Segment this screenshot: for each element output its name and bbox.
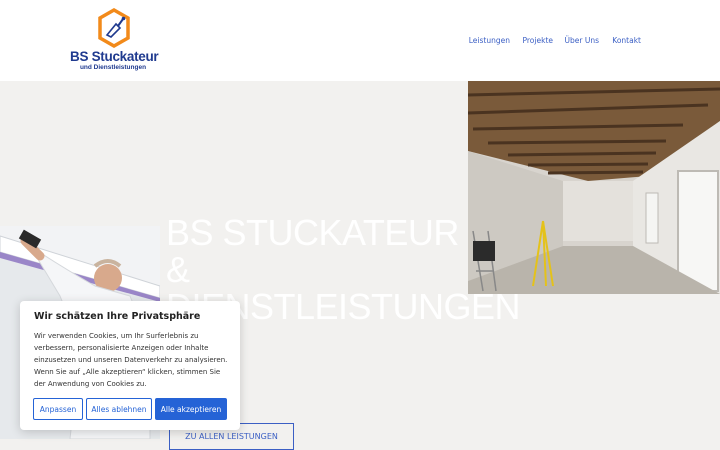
site-header: BS Stuckateur und Dienstleistungen Leist…	[0, 0, 720, 81]
customize-button[interactable]: Anpassen	[33, 398, 83, 420]
cookie-text: Wir verwenden Cookies, um Ihr Surferlebn…	[34, 332, 228, 388]
cookie-consent-dialog: Wir schätzen Ihre Privatsphäre Wir verwe…	[20, 301, 240, 430]
site-logo[interactable]: BS Stuckateur und Dienstleistungen	[70, 8, 159, 74]
nav-item-ueber-uns[interactable]: Über Uns	[565, 36, 599, 45]
nav-item-projekte[interactable]: Projekte	[523, 36, 554, 45]
hero-title-line2: &	[166, 249, 190, 290]
room-interior-image	[468, 81, 720, 294]
cookie-title: Wir schätzen Ihre Privatsphäre	[34, 311, 201, 322]
reject-all-button[interactable]: Alles ablehnen	[86, 398, 152, 420]
accept-all-button[interactable]: Alle akzeptieren	[155, 398, 227, 420]
nav-item-kontakt[interactable]: Kontakt	[612, 36, 641, 45]
hero-title-line1: BS Stuckateur	[166, 212, 459, 253]
logo-title: BS Stuckateur	[70, 49, 159, 64]
nav-item-leistungen[interactable]: Leistungen	[469, 36, 510, 45]
logo-tagline: und Dienstleistungen	[79, 64, 147, 71]
trowel-icon	[98, 8, 130, 48]
